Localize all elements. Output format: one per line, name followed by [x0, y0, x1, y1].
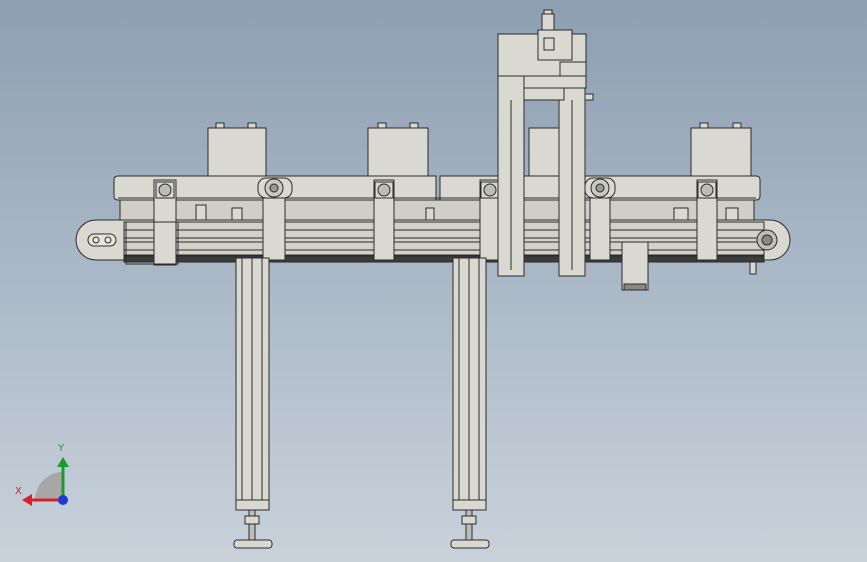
- conveyor-main-beam: [75, 219, 791, 275]
- top-box-1: [207, 122, 267, 177]
- bearing-block-2: [373, 179, 395, 261]
- gantry-cylinder: [541, 9, 555, 31]
- bearing-block-4: [696, 179, 718, 261]
- conveyor-assembly-model[interactable]: [0, 0, 867, 562]
- gantry-sensor: [621, 241, 649, 291]
- bearing-block-3: [479, 179, 501, 261]
- view-triad: [22, 457, 69, 506]
- triad-x-label: X: [15, 486, 22, 497]
- triad-y-label: Y: [58, 443, 65, 454]
- idler-2: [584, 177, 616, 261]
- top-box-4: [690, 122, 752, 177]
- gantry-right-column: [558, 79, 586, 277]
- cad-viewport[interactable]: X Y: [0, 0, 867, 562]
- top-box-2: [367, 122, 429, 177]
- support-leg-left: [233, 257, 273, 549]
- support-leg-right: [450, 257, 490, 549]
